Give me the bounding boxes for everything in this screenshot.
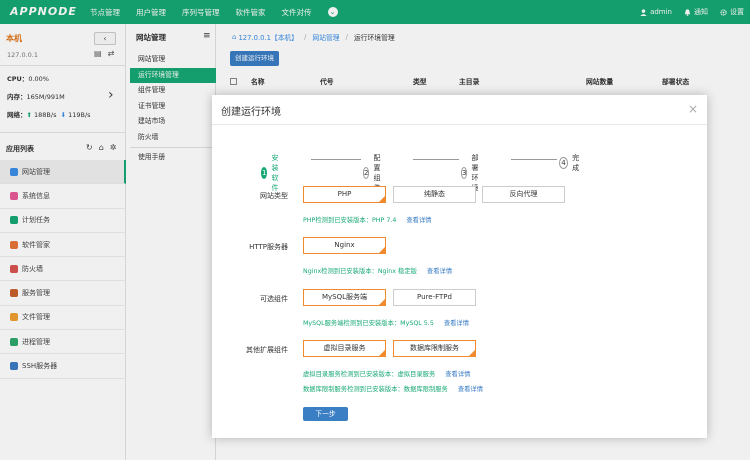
virtual-dir-details-link[interactable]: 查看详情 [445, 371, 470, 378]
option-static[interactable]: 纯静态 [393, 186, 476, 203]
close-icon[interactable]: × [688, 102, 698, 116]
option-reverse-proxy[interactable]: 反向代理 [482, 186, 565, 203]
step-finish: 4 完成 [559, 153, 582, 173]
mysql-hint: MySQL服务端检测到已安装版本：MySQL 5.5 查看详情 [303, 320, 470, 327]
mysql-details-link[interactable]: 查看详情 [444, 320, 469, 327]
virtual-dir-hint: 虚拟目录服务检测到已安装版本：虚拟目录服务 查看详情 [303, 371, 471, 378]
optional-components-label: 可选组件 [260, 295, 288, 303]
step-install: 1 安装软件 [261, 154, 279, 192]
nginx-details-link[interactable]: 查看详情 [427, 268, 452, 275]
option-mysql[interactable]: MySQL服务端 [303, 289, 386, 306]
nginx-hint: Nginx检测到已安装版本：Nginx 稳定版 查看详情 [303, 268, 453, 275]
http-server-label: HTTP服务器 [249, 243, 288, 251]
site-type-label: 网站类型 [260, 192, 288, 200]
option-pure-ftpd[interactable]: Pure-FTPd [393, 289, 476, 306]
php-hint: PHP检测到已安装版本：PHP 7.4 查看详情 [303, 217, 432, 224]
option-virtual-dir[interactable]: 虚拟目录服务 [303, 340, 386, 357]
next-step-button[interactable]: 下一步 [303, 407, 348, 421]
option-nginx[interactable]: Nginx [303, 237, 386, 254]
create-env-dialog: 创建运行环境 × 1安装软件 2配置组件 3部署环境 4完成 网站类型 PHP … [212, 95, 707, 438]
db-limit-details-link[interactable]: 查看详情 [458, 386, 483, 393]
dialog-title: 创建运行环境 [221, 107, 281, 118]
divider [212, 124, 707, 125]
extensions-label: 其他扩展组件 [246, 346, 288, 354]
option-db-limit[interactable]: 数据库限制服务 [393, 340, 476, 357]
db-limit-hint: 数据库限制服务检测到已安装版本：数据库限制服务 查看详情 [303, 386, 484, 393]
option-php[interactable]: PHP [303, 186, 386, 203]
php-details-link[interactable]: 查看详情 [406, 217, 431, 224]
